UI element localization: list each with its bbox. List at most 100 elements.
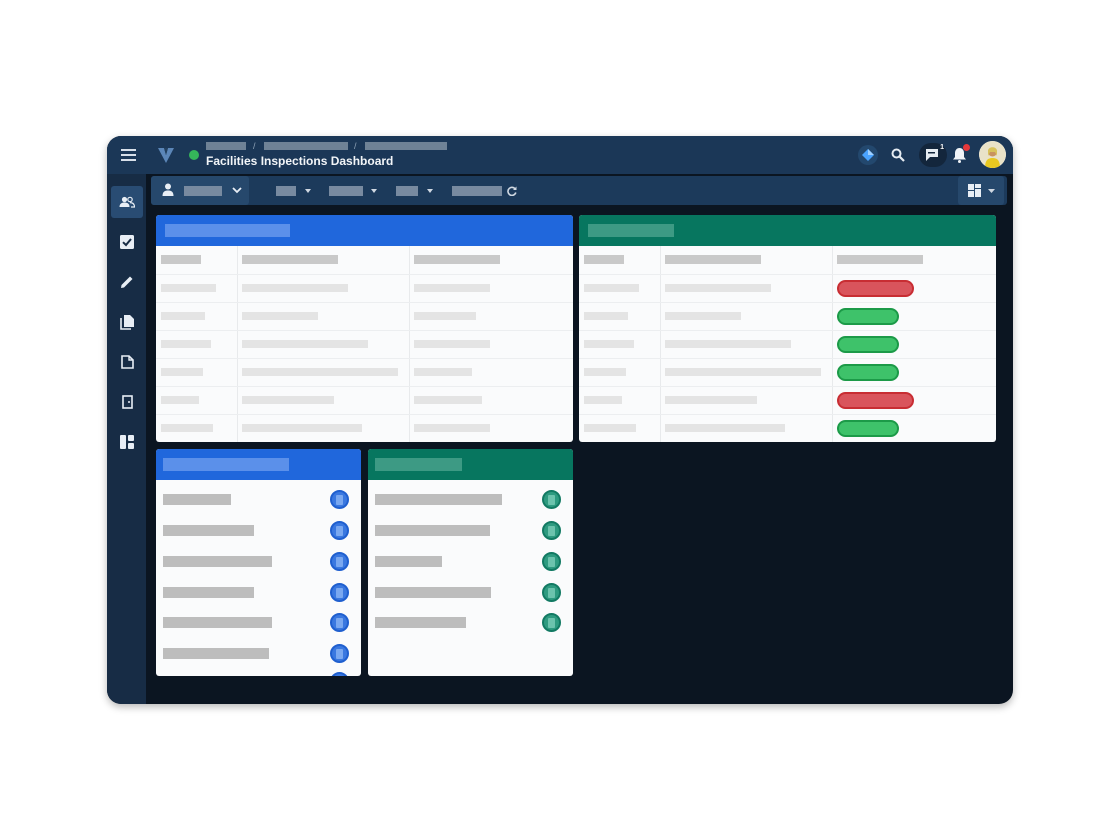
chevron-down-icon (427, 189, 433, 193)
teal-list-panel (368, 449, 573, 676)
table-row[interactable] (579, 358, 996, 387)
status-badge-pass (837, 420, 899, 437)
chevron-down-icon (232, 187, 242, 194)
refresh-control[interactable] (452, 176, 522, 205)
notifications-button[interactable] (948, 144, 970, 166)
sidebar-item-door[interactable] (111, 386, 143, 418)
user-filter[interactable] (151, 176, 249, 205)
diamond-icon (862, 149, 874, 161)
list-item[interactable] (156, 516, 361, 544)
table-row[interactable] (156, 302, 573, 331)
menu-icon (120, 149, 136, 161)
blue-list-panel (156, 449, 361, 676)
list-item[interactable] (368, 516, 573, 544)
chevron-down-icon (371, 189, 377, 193)
pencil-icon (121, 276, 133, 288)
checkbox-icon (120, 235, 134, 249)
list-item[interactable] (368, 578, 573, 606)
document-badge-icon[interactable] (330, 490, 349, 509)
users-icon (119, 196, 135, 208)
document-badge-icon[interactable] (542, 613, 561, 632)
chat-badge: 1 (940, 144, 944, 151)
breadcrumb-item[interactable] (264, 142, 348, 150)
table-row[interactable] (579, 302, 996, 331)
table-row[interactable] (156, 330, 573, 359)
documents-icon (119, 315, 134, 330)
table-row[interactable] (156, 414, 573, 442)
breadcrumb-separator: / (354, 141, 357, 151)
menu-button[interactable] (118, 145, 138, 165)
app-window: / / Facilities Inspections Dashboard 1 (107, 136, 1013, 704)
status-badge-fail (837, 280, 914, 297)
document-badge-icon[interactable] (330, 583, 349, 602)
sidebar-item-document[interactable] (111, 346, 143, 378)
chat-icon (926, 149, 938, 161)
document-badge-icon[interactable] (330, 613, 349, 632)
search-button[interactable] (888, 145, 908, 165)
status-badge-pass (837, 364, 899, 381)
sidebar-item-layout[interactable] (111, 426, 143, 458)
top-bar: / / Facilities Inspections Dashboard 1 (107, 136, 1013, 174)
list-item[interactable] (368, 608, 573, 636)
status-badge-pass (837, 308, 899, 325)
table-row[interactable] (579, 274, 996, 303)
sidebar-item-documents[interactable] (111, 306, 143, 338)
list-item[interactable] (156, 578, 361, 606)
table-row[interactable] (156, 274, 573, 303)
door-icon (121, 395, 133, 409)
diamond-button[interactable] (858, 145, 878, 165)
panel-header (368, 449, 573, 480)
chevron-down-icon (988, 189, 995, 193)
table-header-row (579, 246, 996, 275)
table-row[interactable] (579, 386, 996, 415)
table-row[interactable] (156, 386, 573, 415)
sidebar (107, 174, 146, 704)
breadcrumb-item[interactable] (365, 142, 447, 150)
app-logo[interactable] (156, 145, 176, 165)
filter-dropdown[interactable] (276, 176, 316, 205)
list-item[interactable] (156, 608, 361, 636)
breadcrumb-separator: / (253, 141, 256, 151)
list-item[interactable] (156, 485, 361, 513)
document-badge-icon[interactable] (542, 583, 561, 602)
list-item[interactable] (156, 639, 361, 667)
refresh-icon (507, 186, 517, 196)
avatar[interactable] (979, 141, 1006, 168)
search-icon (891, 148, 905, 162)
chat-button[interactable]: 1 (919, 143, 947, 167)
document-badge-icon[interactable] (542, 552, 561, 571)
sidebar-item-edit[interactable] (111, 266, 143, 298)
list-item[interactable] (368, 547, 573, 575)
app-logo-icon (158, 148, 174, 163)
filter-dropdown[interactable] (329, 176, 379, 205)
list-item[interactable] (156, 547, 361, 575)
table-row[interactable] (579, 330, 996, 359)
table-row[interactable] (579, 414, 996, 442)
document-badge-icon[interactable] (330, 644, 349, 663)
list-item[interactable] (368, 485, 573, 513)
chevron-down-icon (305, 189, 311, 193)
document-icon (120, 355, 134, 369)
status-dot (189, 150, 199, 160)
notification-dot (963, 144, 970, 151)
filter-toolbar (151, 176, 1007, 205)
layout-grid-icon (968, 184, 981, 197)
filter-dropdown[interactable] (396, 176, 436, 205)
layout-icon (120, 435, 134, 449)
table-row[interactable] (156, 358, 573, 387)
user-icon (162, 183, 174, 196)
document-badge-icon[interactable] (330, 521, 349, 540)
panel-header (156, 449, 361, 480)
status-badge-pass (837, 336, 899, 353)
document-badge-icon[interactable] (330, 552, 349, 571)
sidebar-item-users[interactable] (111, 186, 143, 218)
panel-header (156, 215, 573, 246)
layout-switcher[interactable] (958, 176, 1004, 205)
page-title: Facilities Inspections Dashboard (206, 154, 394, 168)
status-table-panel (579, 215, 996, 442)
breadcrumb-item[interactable] (206, 142, 246, 150)
document-badge-icon[interactable] (330, 672, 349, 676)
sidebar-item-checklist[interactable] (111, 226, 143, 258)
document-badge-icon[interactable] (542, 490, 561, 509)
document-badge-icon[interactable] (542, 521, 561, 540)
